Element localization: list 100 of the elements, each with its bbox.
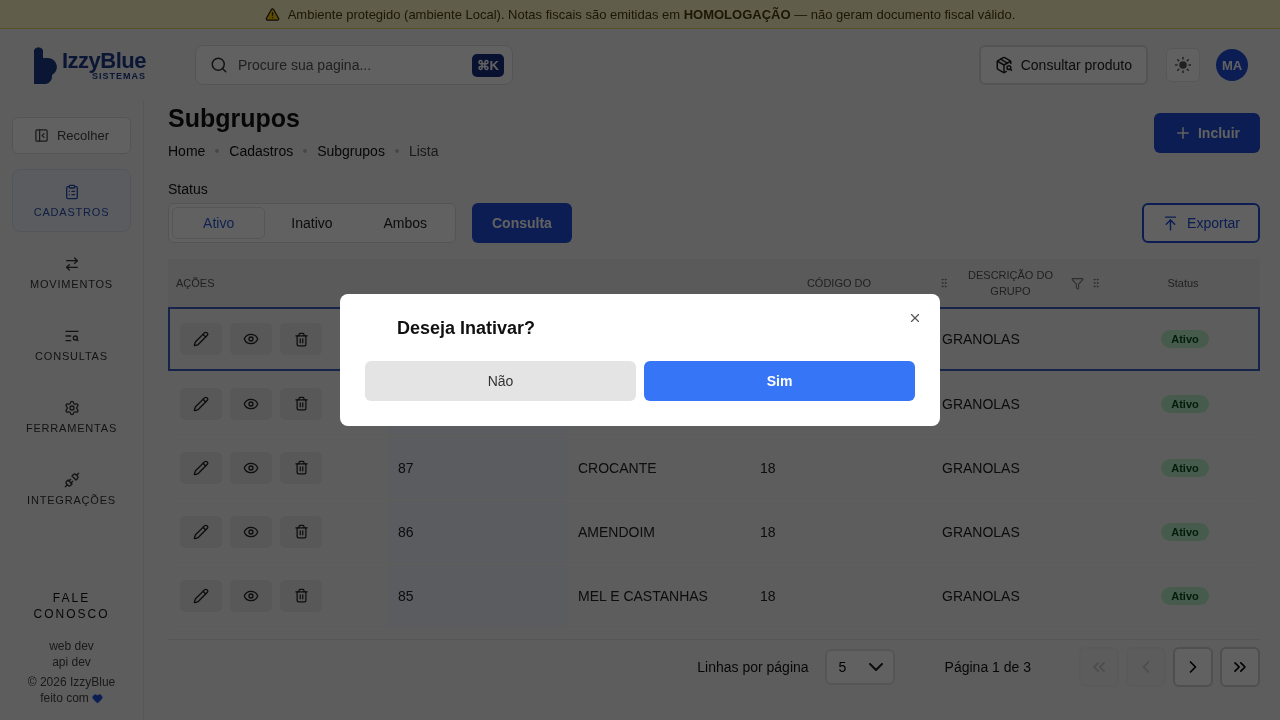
search-input[interactable]: Procure sua pagina... xyxy=(236,56,464,74)
view-button[interactable] xyxy=(230,387,272,420)
table-row[interactable]: 86 AMENDOIM 18 GRANOLAS Ativo xyxy=(168,499,1260,563)
sidebar-item[interactable]: INTEGRAÇÕES xyxy=(12,457,131,520)
export-button[interactable]: Exportar xyxy=(1142,203,1260,243)
edit-button[interactable] xyxy=(180,451,222,484)
delete-button[interactable] xyxy=(280,387,322,420)
status-option[interactable]: Ativo xyxy=(172,207,266,239)
close-icon xyxy=(908,311,922,325)
close-button[interactable] xyxy=(908,311,922,325)
warning-icon xyxy=(264,6,280,22)
rows-per-page-label: Linhas por página xyxy=(697,658,809,675)
panel-collapse-icon xyxy=(34,128,49,143)
view-button[interactable] xyxy=(230,579,272,612)
breadcrumb-link[interactable]: Home xyxy=(168,143,206,159)
trash-icon xyxy=(293,588,309,603)
drag-handle-icon[interactable] xyxy=(1090,277,1102,289)
collapse-button[interactable]: Recolher xyxy=(12,117,131,154)
sidebar-item[interactable]: CADASTROS xyxy=(12,169,131,232)
contact-link[interactable]: FALE CONOSCO xyxy=(26,590,117,622)
group-code-cell: 18 xyxy=(760,459,776,476)
group-description-cell: GRANOLAS xyxy=(942,459,1020,476)
gear-icon xyxy=(63,399,80,416)
group-code-cell: 18 xyxy=(760,523,776,540)
group-description-cell: GRANOLAS xyxy=(942,523,1020,540)
group-description-cell: GRANOLAS xyxy=(942,395,1020,412)
sidebar-item[interactable]: MOVIMENTOS xyxy=(12,241,131,304)
confirm-button[interactable]: Sim xyxy=(644,361,915,401)
group-description-cell: GRANOLAS xyxy=(942,587,1020,604)
clipboard-icon xyxy=(63,183,80,200)
column-header: AÇÕES xyxy=(176,276,216,291)
theme-button[interactable] xyxy=(1166,48,1200,82)
edit-button[interactable] xyxy=(180,387,222,420)
trash-icon xyxy=(293,524,309,539)
user-avatar[interactable]: MA xyxy=(1216,49,1248,81)
delete-button[interactable] xyxy=(280,323,322,355)
page-indicator: Página 1 de 3 xyxy=(944,658,1031,675)
breadcrumb-link[interactable]: Cadastros xyxy=(229,143,294,159)
delete-button[interactable] xyxy=(280,579,322,612)
plus-icon xyxy=(1174,124,1192,142)
trash-icon xyxy=(293,331,309,347)
page-title: Subgrupos xyxy=(168,103,301,133)
code-cell: 86 xyxy=(398,523,414,540)
filter-icon[interactable] xyxy=(1071,276,1084,290)
add-button[interactable]: Incluir xyxy=(1154,113,1260,153)
status-badge: Ativo xyxy=(1161,522,1209,541)
pencil-icon xyxy=(193,523,209,540)
view-button[interactable] xyxy=(230,451,272,484)
dialog-title: Deseja Inativar? xyxy=(397,317,537,340)
package-search-icon xyxy=(994,56,1013,74)
cancel-button[interactable]: Não xyxy=(365,361,636,401)
table-row[interactable]: 85 MEL E CASTANHAS 18 GRANOLAS Ativo xyxy=(168,563,1260,627)
drag-handle-icon[interactable] xyxy=(938,277,950,289)
status-label: Status xyxy=(168,181,209,197)
code-cell: 87 xyxy=(398,459,414,476)
pencil-icon xyxy=(193,331,209,347)
arrows-icon xyxy=(63,255,80,272)
heart-icon xyxy=(91,692,103,704)
search-icon xyxy=(210,56,228,74)
table-row[interactable]: 87 CROCANTE 18 GRANOLAS Ativo xyxy=(168,435,1260,499)
eye-icon xyxy=(243,331,259,347)
footer-text: © 2026 IzzyBlue xyxy=(27,674,116,690)
edit-button[interactable] xyxy=(180,579,222,612)
description-cell: MEL E CASTANHAS xyxy=(578,587,708,604)
status-badge: Ativo xyxy=(1161,458,1209,477)
banner-text: Ambiente protegido (ambiente Local). Notas fiscais são emitidas em HOMOLOGAÇÃO — não geram documento fiscal válido. xyxy=(287,6,1016,22)
edit-button[interactable] xyxy=(180,323,222,355)
chevron-down-icon xyxy=(868,662,883,671)
shortcut-key: ⌘K xyxy=(471,53,504,77)
group-description-cell: GRANOLAS xyxy=(942,331,1020,347)
column-header: Status xyxy=(1166,276,1200,291)
trash-icon xyxy=(293,460,309,475)
view-button[interactable] xyxy=(230,515,272,548)
breadcrumb-link[interactable]: Lista xyxy=(408,143,439,159)
delete-button[interactable] xyxy=(280,515,322,548)
description-cell: AMENDOIM xyxy=(578,523,655,540)
footer-text: web dev xyxy=(49,638,94,654)
edit-button[interactable] xyxy=(180,515,222,548)
delete-button[interactable] xyxy=(280,451,322,484)
sidebar-item[interactable]: CONSULTAS xyxy=(12,313,131,376)
status-badge: Ativo xyxy=(1161,586,1209,605)
trash-icon xyxy=(293,396,309,411)
status-badge: Ativo xyxy=(1161,394,1209,413)
search-field[interactable]: Procure sua pagina... ⌘K xyxy=(195,45,513,85)
view-button[interactable] xyxy=(230,323,272,355)
status-badge: Ativo xyxy=(1161,330,1209,348)
footer-text: feito com xyxy=(40,690,103,706)
rows-per-page-select[interactable]: 5 xyxy=(824,648,895,685)
unplug-icon xyxy=(63,471,80,488)
query-button[interactable]: Consulta xyxy=(472,203,572,243)
pencil-icon xyxy=(193,587,209,604)
pagination-button[interactable] xyxy=(1220,646,1260,687)
sidebar-item[interactable]: FERRAMENTAS xyxy=(12,385,131,448)
product-lookup-button[interactable]: Consultar produto xyxy=(978,45,1148,85)
group-code-cell: 18 xyxy=(760,587,776,604)
description-cell: CROCANTE xyxy=(578,459,657,476)
footer-text: api dev xyxy=(52,654,91,670)
code-cell: 85 xyxy=(398,587,414,604)
sun-icon xyxy=(1174,56,1192,74)
breadcrumb-link[interactable]: Subgrupos xyxy=(317,143,385,159)
